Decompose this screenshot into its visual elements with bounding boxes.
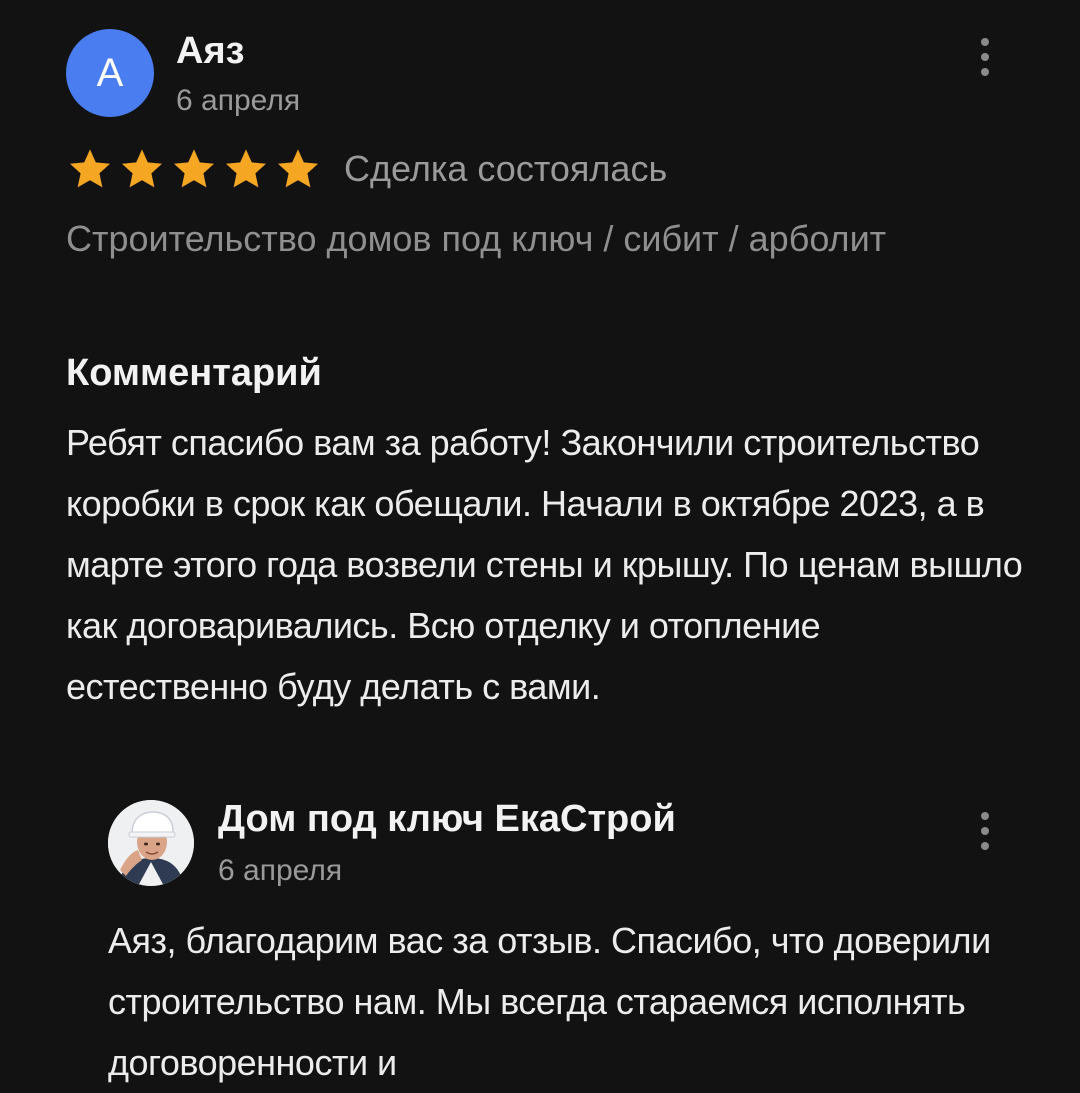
comment-heading: Комментарий xyxy=(66,352,322,394)
reply-text: Аяз, благодарим вас за отзыв. Спасибо, ч… xyxy=(108,920,991,1083)
service-category: Строительство домов под ключ / сибит / а… xyxy=(66,218,887,259)
star-icon xyxy=(222,145,270,193)
star-icon xyxy=(274,145,322,193)
builder-portrait-avatar xyxy=(108,800,194,886)
star-icon xyxy=(118,145,166,193)
review-date: 6 апреля xyxy=(176,84,301,117)
review-card: А Аяз 6 апреля Сделка состоялась Строите… xyxy=(0,0,1080,1083)
rating-stars xyxy=(66,145,322,193)
deal-status: Сделка состоялась xyxy=(344,148,668,189)
reply-author-name[interactable]: Дом под ключ ЕкаСтрой xyxy=(218,798,676,841)
avatar-letter: А xyxy=(96,50,124,95)
reply-date: 6 апреля xyxy=(218,854,343,887)
reply-avatar[interactable] xyxy=(108,800,194,886)
comment-text: Ребят спасибо вам за работу! Закончили с… xyxy=(66,422,1023,707)
star-icon xyxy=(170,145,218,193)
review-author-name[interactable]: Аяз xyxy=(176,30,245,73)
avatar[interactable]: А xyxy=(66,29,154,117)
more-vertical-icon[interactable] xyxy=(979,38,991,76)
more-vertical-icon[interactable] xyxy=(979,812,991,850)
star-icon xyxy=(66,145,114,193)
